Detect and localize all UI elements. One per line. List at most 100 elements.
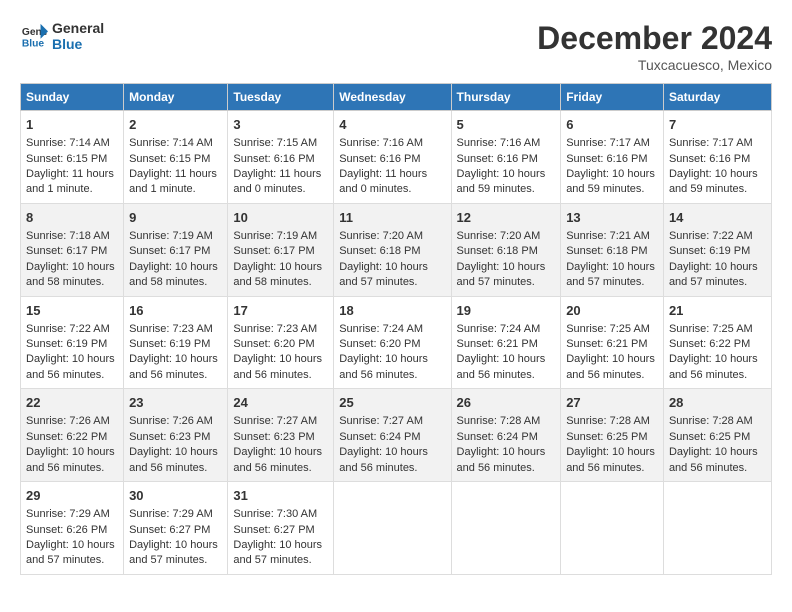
day-number: 19 [457, 302, 556, 320]
day-number: 7 [669, 116, 766, 134]
calendar-cell: 23 Sunrise: 7:26 AM Sunset: 6:23 PM Dayli… [124, 389, 228, 482]
calendar-cell: 19 Sunrise: 7:24 AM Sunset: 6:21 PM Dayli… [451, 296, 561, 389]
calendar-cell [561, 482, 664, 575]
day-number: 31 [233, 487, 328, 505]
calendar-cell: 16 Sunrise: 7:23 AM Sunset: 6:19 PM Dayli… [124, 296, 228, 389]
day-info: Sunrise: 7:22 AM Sunset: 6:19 PM Dayligh… [669, 230, 758, 288]
calendar-cell: 8 Sunrise: 7:18 AM Sunset: 6:17 PM Daylig… [21, 203, 124, 296]
calendar-cell: 11Sunrise: 7:20 AM Sunset: 6:18 PM Dayli… [334, 203, 451, 296]
day-info: Sunrise: 7:28 AM Sunset: 6:24 PM Dayligh… [457, 415, 546, 473]
day-info: Sunrise: 7:23 AM Sunset: 6:19 PM Dayligh… [129, 323, 218, 381]
day-number: 10 [233, 209, 328, 227]
day-info: Sunrise: 7:16 AM Sunset: 6:16 PM Dayligh… [457, 137, 546, 195]
day-number: 6 [566, 116, 658, 134]
calendar-cell: 6 Sunrise: 7:17 AM Sunset: 6:16 PM Daylig… [561, 111, 664, 204]
day-info: Sunrise: 7:20 AM Sunset: 6:18 PM Dayligh… [457, 230, 546, 288]
day-info: Sunrise: 7:19 AM Sunset: 6:17 PM Dayligh… [129, 230, 218, 288]
day-info: Sunrise: 7:28 AM Sunset: 6:25 PM Dayligh… [566, 415, 655, 473]
day-info: Sunrise: 7:21 AM Sunset: 6:18 PM Dayligh… [566, 230, 655, 288]
day-info: Sunrise: 7:15 AM Sunset: 6:16 PM Dayligh… [233, 137, 321, 195]
calendar-cell: 25Sunrise: 7:27 AM Sunset: 6:24 PM Dayli… [334, 389, 451, 482]
day-info: Sunrise: 7:19 AM Sunset: 6:17 PM Dayligh… [233, 230, 322, 288]
day-info: Sunrise: 7:17 AM Sunset: 6:16 PM Dayligh… [566, 137, 655, 195]
calendar-day-header: Friday [561, 84, 664, 111]
day-info: Sunrise: 7:24 AM Sunset: 6:21 PM Dayligh… [457, 323, 546, 381]
day-info: Sunrise: 7:30 AM Sunset: 6:27 PM Dayligh… [233, 508, 322, 566]
day-number: 29 [26, 487, 118, 505]
day-info: Sunrise: 7:27 AM Sunset: 6:23 PM Dayligh… [233, 415, 322, 473]
calendar-cell [334, 482, 451, 575]
calendar-cell: 1 Sunrise: 7:14 AM Sunset: 6:15 PM Daylig… [21, 111, 124, 204]
day-number: 15 [26, 302, 118, 320]
day-number: 20 [566, 302, 658, 320]
day-info: Sunrise: 7:18 AM Sunset: 6:17 PM Dayligh… [26, 230, 115, 288]
day-info: Sunrise: 7:28 AM Sunset: 6:25 PM Dayligh… [669, 415, 758, 473]
calendar-cell: 13 Sunrise: 7:21 AM Sunset: 6:18 PM Dayli… [561, 203, 664, 296]
day-number: 22 [26, 394, 118, 412]
day-info: Sunrise: 7:14 AM Sunset: 6:15 PM Dayligh… [26, 137, 114, 195]
calendar-cell: 27 Sunrise: 7:28 AM Sunset: 6:25 PM Dayli… [561, 389, 664, 482]
calendar-cell: 31 Sunrise: 7:30 AM Sunset: 6:27 PM Dayli… [228, 482, 334, 575]
calendar-cell: 24 Sunrise: 7:27 AM Sunset: 6:23 PM Dayli… [228, 389, 334, 482]
calendar-cell: 10 Sunrise: 7:19 AM Sunset: 6:17 PM Dayli… [228, 203, 334, 296]
calendar-week-row: 22Sunrise: 7:26 AM Sunset: 6:22 PM Dayli… [21, 389, 772, 482]
calendar-cell: 28 Sunrise: 7:28 AM Sunset: 6:25 PM Dayli… [663, 389, 771, 482]
day-number: 1 [26, 116, 118, 134]
calendar-body: 1 Sunrise: 7:14 AM Sunset: 6:15 PM Daylig… [21, 111, 772, 575]
calendar-day-header: Tuesday [228, 84, 334, 111]
calendar-cell [663, 482, 771, 575]
day-number: 21 [669, 302, 766, 320]
calendar-day-header: Thursday [451, 84, 561, 111]
day-number: 3 [233, 116, 328, 134]
day-info: Sunrise: 7:29 AM Sunset: 6:27 PM Dayligh… [129, 508, 218, 566]
calendar-cell: 12 Sunrise: 7:20 AM Sunset: 6:18 PM Dayli… [451, 203, 561, 296]
day-info: Sunrise: 7:22 AM Sunset: 6:19 PM Dayligh… [26, 323, 115, 381]
day-number: 23 [129, 394, 222, 412]
day-info: Sunrise: 7:17 AM Sunset: 6:16 PM Dayligh… [669, 137, 758, 195]
calendar-cell: 21 Sunrise: 7:25 AM Sunset: 6:22 PM Dayli… [663, 296, 771, 389]
day-info: Sunrise: 7:26 AM Sunset: 6:23 PM Dayligh… [129, 415, 218, 473]
day-info: Sunrise: 7:29 AM Sunset: 6:26 PM Dayligh… [26, 508, 115, 566]
day-number: 24 [233, 394, 328, 412]
calendar-table: SundayMondayTuesdayWednesdayThursdayFrid… [20, 83, 772, 575]
day-info: Sunrise: 7:24 AM Sunset: 6:20 PM Dayligh… [339, 323, 428, 381]
calendar-cell: 14Sunrise: 7:22 AM Sunset: 6:19 PM Dayli… [663, 203, 771, 296]
day-number: 30 [129, 487, 222, 505]
main-title: December 2024 [537, 20, 772, 57]
day-number: 25 [339, 394, 445, 412]
day-number: 13 [566, 209, 658, 227]
calendar-cell: 17 Sunrise: 7:23 AM Sunset: 6:20 PM Dayli… [228, 296, 334, 389]
calendar-week-row: 8 Sunrise: 7:18 AM Sunset: 6:17 PM Daylig… [21, 203, 772, 296]
calendar-cell [451, 482, 561, 575]
day-info: Sunrise: 7:23 AM Sunset: 6:20 PM Dayligh… [233, 323, 322, 381]
day-info: Sunrise: 7:25 AM Sunset: 6:22 PM Dayligh… [669, 323, 758, 381]
calendar-cell: 7 Sunrise: 7:17 AM Sunset: 6:16 PM Daylig… [663, 111, 771, 204]
calendar-day-header: Monday [124, 84, 228, 111]
calendar-cell: 30 Sunrise: 7:29 AM Sunset: 6:27 PM Dayli… [124, 482, 228, 575]
calendar-cell: 20 Sunrise: 7:25 AM Sunset: 6:21 PM Dayli… [561, 296, 664, 389]
calendar-cell: 9Sunrise: 7:19 AM Sunset: 6:17 PM Daylig… [124, 203, 228, 296]
subtitle: Tuxcacuesco, Mexico [537, 57, 772, 73]
calendar-cell: 4Sunrise: 7:16 AM Sunset: 6:16 PM Daylig… [334, 111, 451, 204]
calendar-cell: 29 Sunrise: 7:29 AM Sunset: 6:26 PM Dayli… [21, 482, 124, 575]
day-number: 27 [566, 394, 658, 412]
day-number: 26 [457, 394, 556, 412]
day-info: Sunrise: 7:25 AM Sunset: 6:21 PM Dayligh… [566, 323, 655, 381]
day-number: 28 [669, 394, 766, 412]
day-number: 17 [233, 302, 328, 320]
page-header: General Blue General Blue December 2024 … [20, 20, 772, 73]
calendar-day-header: Wednesday [334, 84, 451, 111]
calendar-cell: 26 Sunrise: 7:28 AM Sunset: 6:24 PM Dayli… [451, 389, 561, 482]
logo: General Blue General Blue [20, 20, 104, 52]
calendar-week-row: 15 Sunrise: 7:22 AM Sunset: 6:19 PM Dayli… [21, 296, 772, 389]
day-number: 12 [457, 209, 556, 227]
title-block: December 2024 Tuxcacuesco, Mexico [537, 20, 772, 73]
calendar-week-row: 29 Sunrise: 7:29 AM Sunset: 6:26 PM Dayli… [21, 482, 772, 575]
calendar-cell: 2Sunrise: 7:14 AM Sunset: 6:15 PM Daylig… [124, 111, 228, 204]
day-info: Sunrise: 7:16 AM Sunset: 6:16 PM Dayligh… [339, 137, 427, 195]
calendar-cell: 3 Sunrise: 7:15 AM Sunset: 6:16 PM Daylig… [228, 111, 334, 204]
logo-blue: Blue [52, 36, 104, 52]
day-number: 16 [129, 302, 222, 320]
calendar-cell: 15 Sunrise: 7:22 AM Sunset: 6:19 PM Dayli… [21, 296, 124, 389]
day-number: 8 [26, 209, 118, 227]
